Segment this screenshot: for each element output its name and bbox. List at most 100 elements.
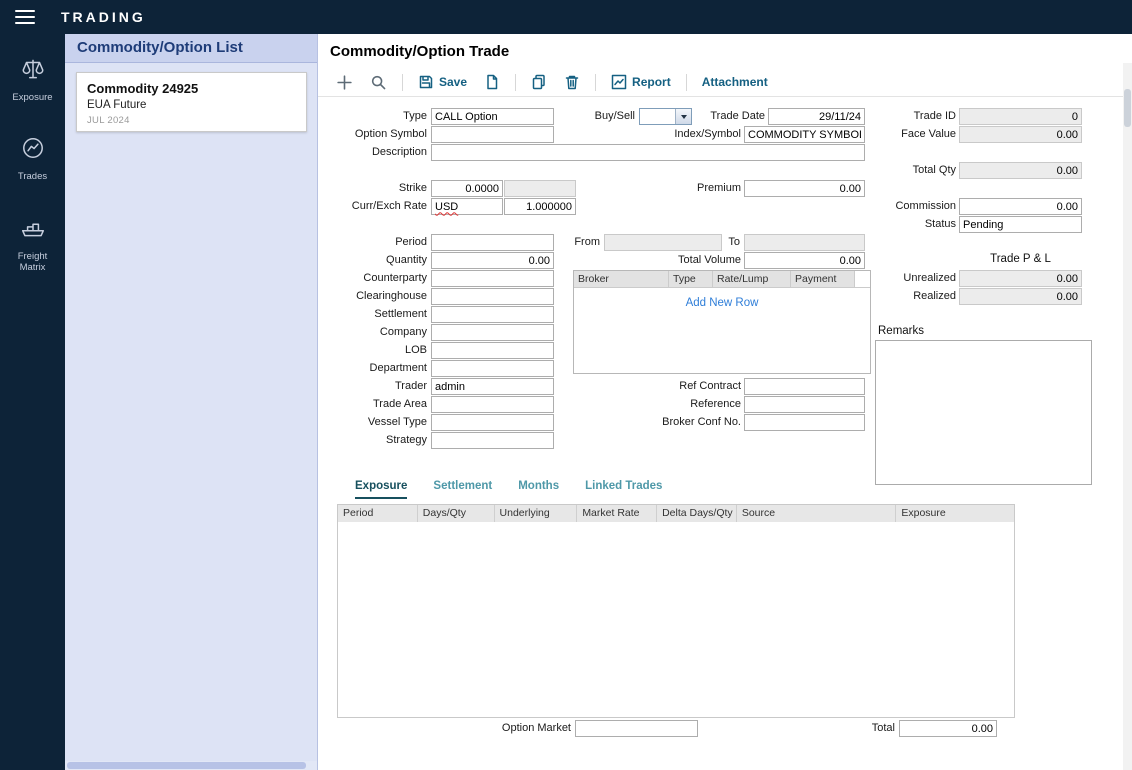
remarks-textarea[interactable]	[875, 340, 1092, 485]
toolbar-separator	[595, 74, 596, 91]
sidebar: Exposure Trades Freight Matrix	[0, 34, 65, 770]
description-input[interactable]	[431, 144, 865, 161]
option-symbol-input[interactable]	[431, 126, 554, 143]
sidebar-item-freight-matrix[interactable]: Freight Matrix	[0, 215, 65, 274]
sidebar-item-label: Freight Matrix	[6, 251, 60, 274]
main-vertical-scrollbar[interactable]	[1123, 63, 1132, 770]
remarks-label: Remarks	[878, 325, 924, 337]
new-document-button[interactable]	[482, 72, 502, 92]
lob-input[interactable]	[431, 342, 554, 359]
tab-settlement[interactable]: Settlement	[433, 480, 492, 499]
total-input[interactable]	[899, 720, 997, 737]
add-new-row-link[interactable]: Add New Row	[574, 297, 870, 309]
unrealized-field	[959, 270, 1082, 287]
top-bar: TRADING	[0, 0, 1132, 34]
add-button[interactable]	[334, 72, 355, 93]
trade-area-input[interactable]	[431, 396, 554, 413]
quantity-label: Quantity	[327, 252, 427, 269]
broker-table-header: Broker Type Rate/Lump Payment	[574, 271, 870, 288]
status-label: Status	[863, 216, 956, 233]
scrollbar-thumb[interactable]	[67, 762, 306, 769]
total-label: Total	[825, 720, 895, 737]
strategy-input[interactable]	[431, 432, 554, 449]
delta-days-qty-column-header: Delta Days/Qty	[657, 505, 737, 522]
commodity-list-item[interactable]: Commodity 24925 EUA Future JUL 2024	[76, 72, 307, 132]
period-input[interactable]	[431, 234, 554, 251]
counterparty-input[interactable]	[431, 270, 554, 287]
currency-value: USD	[435, 201, 458, 213]
company-input[interactable]	[431, 324, 554, 341]
tab-months[interactable]: Months	[518, 480, 559, 499]
face-value-label: Face Value	[863, 126, 956, 143]
commission-input[interactable]	[959, 198, 1082, 215]
period-column-header: Period	[338, 505, 418, 522]
app-title: TRADING	[61, 9, 146, 25]
save-button[interactable]: Save	[416, 72, 469, 92]
commission-label: Commission	[863, 198, 956, 215]
commodity-title: Commodity 24925	[87, 81, 296, 96]
currency-input[interactable]: USD	[431, 198, 503, 215]
toolbar-separator	[686, 74, 687, 91]
vessel-type-input[interactable]	[431, 414, 554, 431]
trade-date-label: Trade Date	[678, 108, 765, 125]
reference-input[interactable]	[744, 396, 865, 413]
exchange-rate-input[interactable]	[504, 198, 576, 215]
sidebar-item-label: Trades	[18, 171, 47, 182]
chart-circle-icon	[20, 135, 46, 166]
menu-icon[interactable]	[15, 10, 35, 24]
trade-date-input[interactable]	[768, 108, 865, 125]
page-title: Commodity/Option Trade	[330, 43, 509, 60]
attachment-button-label: Attachment	[702, 75, 768, 89]
report-button[interactable]: Report	[609, 72, 673, 92]
trade-id-field	[959, 108, 1082, 125]
description-label: Description	[327, 144, 427, 161]
search-button[interactable]	[368, 72, 389, 93]
face-value-field	[959, 126, 1082, 143]
status-input[interactable]	[959, 216, 1082, 233]
department-input[interactable]	[431, 360, 554, 377]
sidebar-item-trades[interactable]: Trades	[0, 135, 65, 182]
horizontal-scrollbar[interactable]	[65, 761, 317, 770]
copy-button[interactable]	[529, 72, 549, 92]
ref-contract-input[interactable]	[744, 378, 865, 395]
premium-input[interactable]	[744, 180, 865, 197]
total-qty-label: Total Qty	[863, 162, 956, 179]
broker-table: Broker Type Rate/Lump Payment Add New Ro…	[573, 270, 871, 374]
index-symbol-input[interactable]	[744, 126, 865, 143]
strike-input[interactable]	[431, 180, 503, 197]
ship-icon	[20, 215, 46, 246]
vessel-type-label: Vessel Type	[327, 414, 427, 431]
toolbar-separator	[402, 74, 403, 91]
option-market-label: Option Market	[471, 720, 571, 737]
commodity-option-list-panel: Commodity/Option List Commodity 24925 EU…	[65, 34, 318, 770]
option-symbol-label: Option Symbol	[327, 126, 427, 143]
settlement-input[interactable]	[431, 306, 554, 323]
source-column-header: Source	[737, 505, 897, 522]
tab-linked-trades[interactable]: Linked Trades	[585, 480, 662, 499]
save-button-label: Save	[439, 75, 467, 89]
option-market-input[interactable]	[575, 720, 698, 737]
sidebar-item-exposure[interactable]: Exposure	[0, 56, 65, 103]
total-volume-input[interactable]	[744, 252, 865, 269]
strike-label: Strike	[327, 180, 427, 197]
unrealized-label: Unrealized	[863, 270, 956, 287]
broker-conf-no-input[interactable]	[744, 414, 865, 431]
index-symbol-label: Index/Symbol	[638, 126, 741, 143]
attachment-button[interactable]: Attachment	[700, 73, 770, 91]
delete-button[interactable]	[562, 72, 582, 92]
trade-form-panel: Commodity/Option Trade Save Report Attac…	[318, 34, 1132, 770]
scrollbar-thumb[interactable]	[1124, 89, 1131, 127]
counterparty-label: Counterparty	[327, 270, 427, 287]
to-label: To	[710, 234, 740, 251]
trader-input[interactable]	[431, 378, 554, 395]
exposure-table-header: Period Days/Qty Underlying Market Rate D…	[338, 505, 1014, 522]
clearinghouse-input[interactable]	[431, 288, 554, 305]
settlement-label: Settlement	[327, 306, 427, 323]
type-input[interactable]	[431, 108, 554, 125]
tab-exposure[interactable]: Exposure	[355, 480, 407, 499]
quantity-input[interactable]	[431, 252, 554, 269]
commodity-subtitle: EUA Future	[87, 99, 296, 111]
list-panel-title: Commodity/Option List	[65, 34, 317, 63]
from-label: From	[540, 234, 600, 251]
department-label: Department	[327, 360, 427, 377]
